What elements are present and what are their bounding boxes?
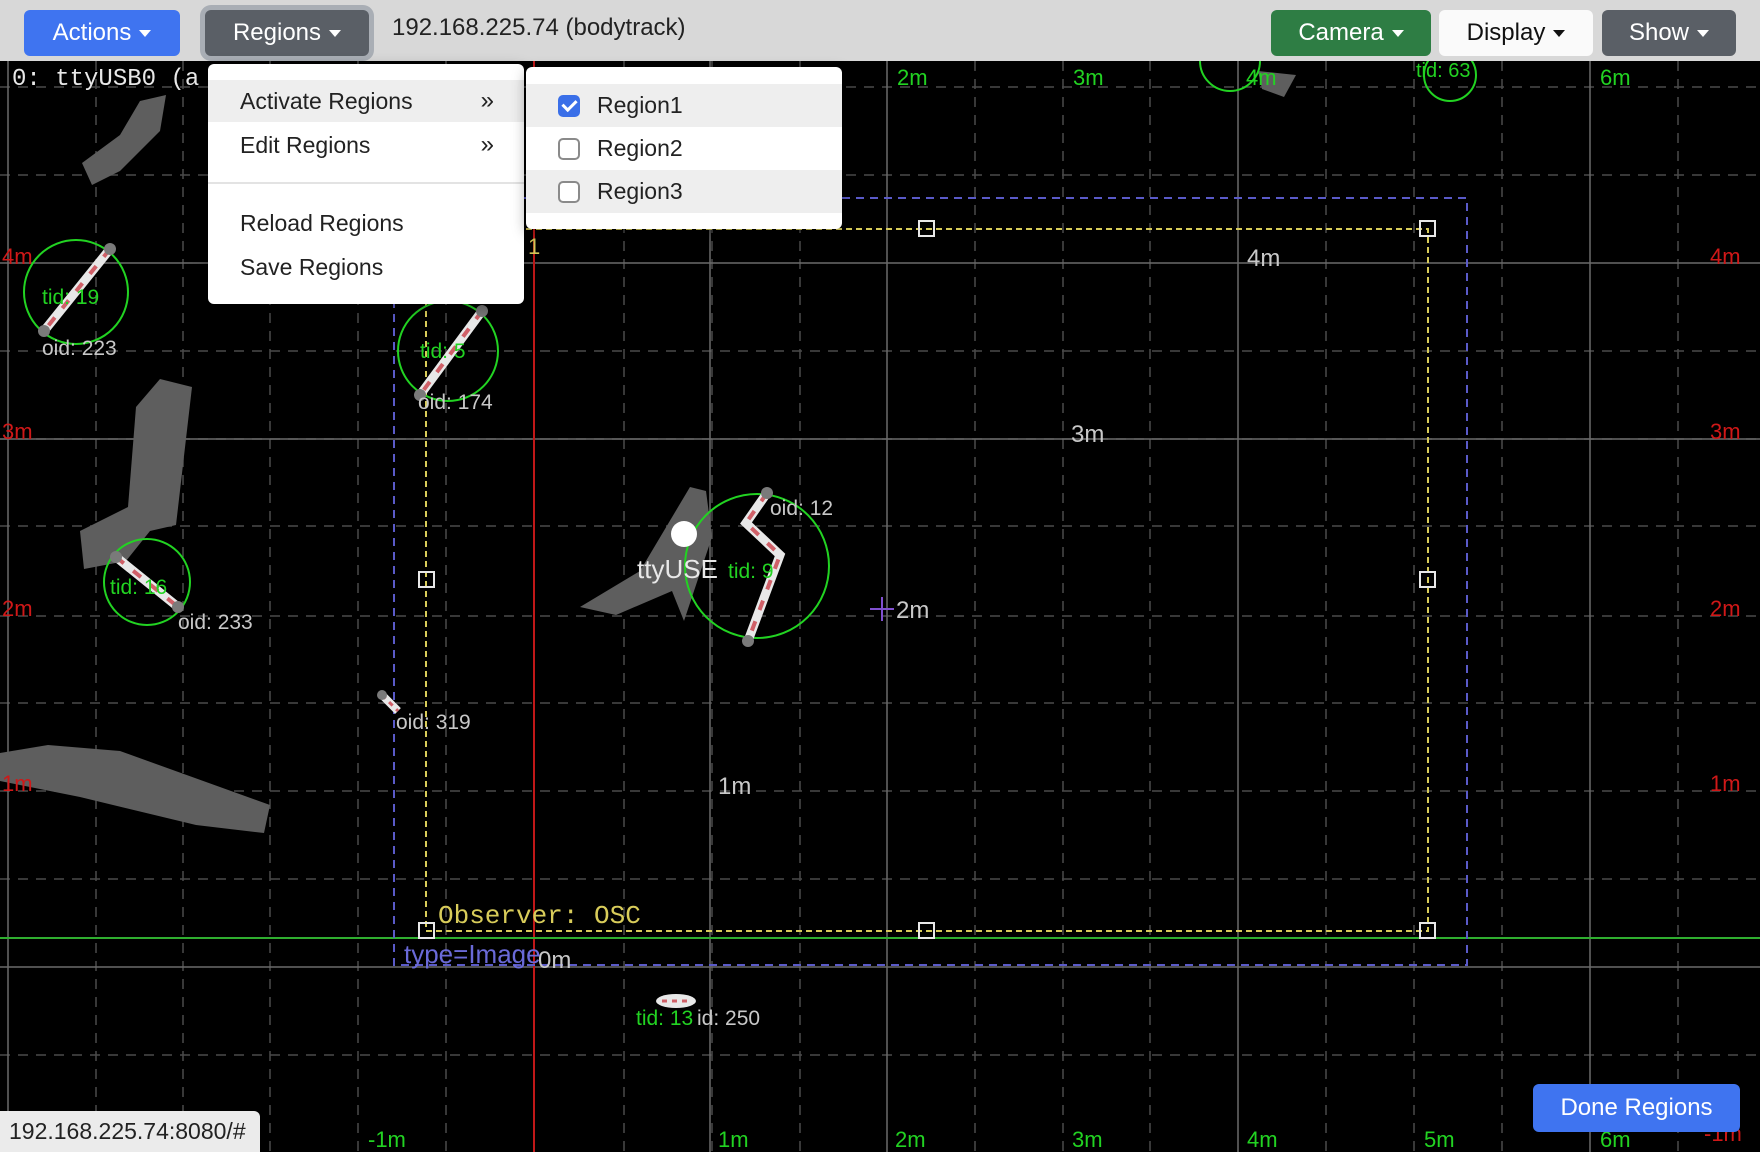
track-tid-5: tid: 5 <box>420 340 466 363</box>
region-bounds <box>393 197 1468 966</box>
axis-right-label-3m: 3m <box>1710 419 1741 444</box>
axis-left-label-2m: 2m <box>2 596 33 621</box>
menu-item-edit-regions[interactable]: Edit Regions » <box>208 124 524 166</box>
caret-down-icon <box>329 29 342 37</box>
regions-label: Regions <box>232 19 322 46</box>
region-type-label: type=Image <box>404 939 541 969</box>
track-13[interactable] <box>656 994 696 1008</box>
menu-item-save-regions[interactable]: Save Regions <box>208 246 524 288</box>
inner-label-1m: 1m <box>718 773 751 800</box>
caret-down-icon <box>1391 29 1404 37</box>
done-regions-button[interactable]: Done Regions <box>1533 1084 1740 1132</box>
region2-toggle[interactable]: Region2 <box>526 127 842 170</box>
axis-bottom-label-4m: 4m <box>1247 1127 1278 1152</box>
caret-down-icon <box>1553 29 1566 37</box>
axis-bottom-label-1m: 1m <box>718 1127 749 1152</box>
axis-right-label-1m: 1m <box>1710 771 1741 796</box>
track-oid-233: oid: 233 <box>178 611 253 634</box>
track-tid-16: tid: 16 <box>110 576 167 599</box>
axis-bottom-label-3m: 3m <box>1072 1127 1103 1152</box>
submenu-arrow-icon: » <box>480 131 494 158</box>
menu-item-label: Activate Regions <box>240 87 413 114</box>
inner-label-0m: 0m <box>538 947 571 974</box>
toolbar: Actions Regions 192.168.225.74 (bodytrac… <box>0 0 1760 61</box>
axis-left-label-1m: 1m <box>2 771 33 796</box>
region-label: Region3 <box>597 178 683 204</box>
track-tid-63: tid: 63 <box>1416 61 1470 82</box>
regions-menu: Activate Regions » Edit Regions » Reload… <box>208 64 524 304</box>
track-tid-19: tid: 19 <box>42 286 99 309</box>
checkbox-unchecked-icon[interactable] <box>558 180 580 203</box>
checkbox-unchecked-icon[interactable] <box>558 137 580 160</box>
actions-dropdown-button[interactable]: Actions <box>24 10 180 56</box>
checkbox-checked-icon[interactable] <box>558 94 580 117</box>
region-label: Region2 <box>597 135 683 161</box>
track-tid-9: tid: 9 <box>728 560 774 583</box>
axis-right-label-4m: 4m <box>1710 244 1741 269</box>
region3-toggle[interactable]: Region3 <box>526 170 842 213</box>
sensor-marker[interactable] <box>671 521 697 547</box>
track-tid-13: tid: 13 <box>636 1007 693 1030</box>
caret-down-icon <box>139 29 152 37</box>
region-label: Region1 <box>597 92 683 118</box>
axis-bottom-label-neg1m: -1m <box>368 1127 406 1152</box>
axis-left-label-4m: 4m <box>2 244 33 269</box>
axis-top-label-3m: 3m <box>1073 65 1104 90</box>
origin-crosshair-icon <box>870 597 894 621</box>
menu-divider <box>208 182 524 184</box>
axis-top-label-6m: 6m <box>1600 65 1631 90</box>
camera-label: Camera <box>1298 19 1384 46</box>
axis-right-label-2m: 2m <box>1710 596 1741 621</box>
observer-label: Observer: OSC <box>438 901 641 931</box>
axis-bottom-label-2m: 2m <box>895 1127 926 1152</box>
activate-regions-submenu: Region1 Region2 Region3 <box>526 67 842 229</box>
track-oid-174: oid: 174 <box>418 391 493 414</box>
inner-label-2m: 2m <box>896 597 929 624</box>
regions-dropdown-button[interactable]: Regions <box>205 10 369 56</box>
region1-outline <box>425 228 1429 932</box>
axis-top-label-4m: 4m <box>1246 65 1277 90</box>
sensor-marker-label: ttyUSE <box>637 554 718 584</box>
region-number-label: 1 <box>528 234 540 259</box>
display-dropdown-button[interactable]: Display <box>1439 10 1593 56</box>
status-url: 192.168.225.74:8080/# <box>0 1111 260 1152</box>
axis-left-label-3m: 3m <box>2 419 33 444</box>
show-label: Show <box>1628 19 1690 46</box>
menu-item-label: Edit Regions <box>240 131 371 158</box>
camera-dropdown-button[interactable]: Camera <box>1271 10 1431 56</box>
show-dropdown-button[interactable]: Show <box>1602 10 1736 56</box>
inner-label-3m: 3m <box>1071 421 1104 448</box>
display-label: Display <box>1466 19 1546 46</box>
track-oid-12: oid: 12 <box>770 497 833 520</box>
track-oid-250: id: 250 <box>697 1007 760 1030</box>
axis-bottom-label-5m: 5m <box>1424 1127 1455 1152</box>
track-oid-223: oid: 223 <box>42 337 117 360</box>
region-handles[interactable] <box>418 220 1436 939</box>
menu-item-label: Save Regions <box>240 253 384 280</box>
caret-down-icon <box>1697 29 1710 37</box>
menu-item-reload-regions[interactable]: Reload Regions <box>208 202 524 244</box>
region1-toggle[interactable]: Region1 <box>526 84 842 127</box>
actions-label: Actions <box>52 19 132 46</box>
submenu-arrow-icon: » <box>480 87 494 114</box>
inner-label-4m: 4m <box>1247 245 1280 272</box>
menu-item-label: Reload Regions <box>240 209 404 236</box>
host-title: 192.168.225.74 (bodytrack) <box>392 14 686 41</box>
axis-top-label-2m: 2m <box>897 65 928 90</box>
object-oid-319: oid: 319 <box>396 711 471 734</box>
menu-item-activate-regions[interactable]: Activate Regions » <box>208 80 524 122</box>
sensor-label: 0: ttyUSB0 (a <box>12 66 199 93</box>
